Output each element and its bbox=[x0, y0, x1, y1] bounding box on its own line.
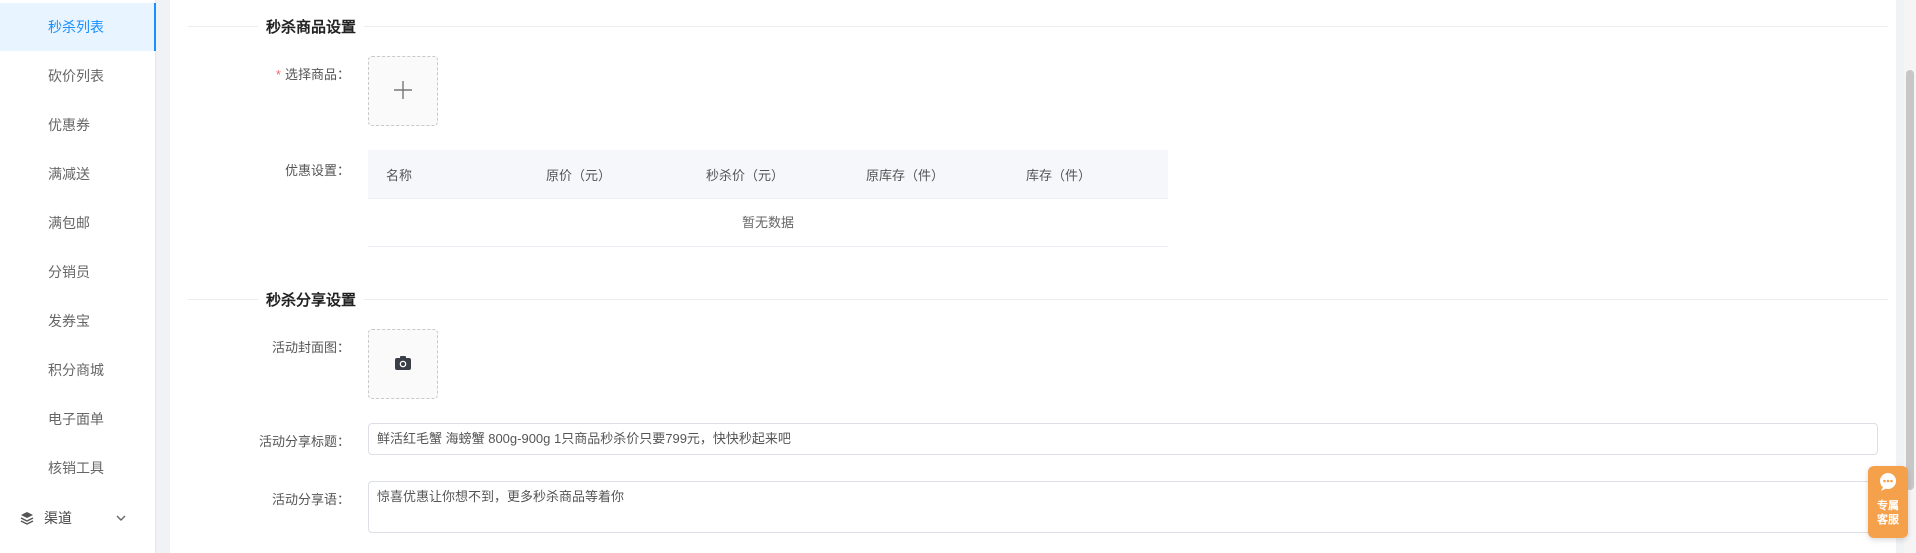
chevron-down-icon bbox=[116, 494, 126, 542]
sidebar-item-free-shipping[interactable]: 满包邮 bbox=[0, 199, 156, 247]
plus-icon bbox=[392, 79, 414, 104]
sidebar-item-coupon-treasure[interactable]: 发券宝 bbox=[0, 297, 156, 345]
column-header-original-stock: 原库存（件） bbox=[866, 167, 945, 183]
column-header-stock: 库存（件） bbox=[1026, 167, 1092, 183]
sidebar-item-label: 秒杀列表 bbox=[48, 19, 104, 35]
sidebar-item-label: 砍价列表 bbox=[48, 68, 104, 84]
sidebar-item-label: 分销员 bbox=[48, 264, 90, 280]
sidebar-item-label: 积分商城 bbox=[48, 362, 104, 378]
sidebar-item-label: 满减送 bbox=[48, 166, 90, 182]
section-title: 秒杀商品设置 bbox=[266, 18, 357, 36]
sidebar-item-coupons[interactable]: 优惠券 bbox=[0, 101, 156, 149]
sidebar: 秒杀列表 砍价列表 优惠券 满减送 满包邮 分销员 发券宝 积分商城 电子面单 … bbox=[0, 0, 156, 553]
section-header-share: 秒杀分享设置 bbox=[188, 289, 1888, 309]
sidebar-group-label: 渠道 bbox=[44, 510, 72, 526]
column-header-name: 名称 bbox=[386, 167, 413, 183]
cover-image-label: 活动封面图： bbox=[271, 340, 350, 355]
select-goods-label: * 选择商品： bbox=[275, 67, 350, 82]
sidebar-group-channels[interactable]: 渠道 bbox=[0, 494, 156, 542]
divider bbox=[364, 25, 1888, 27]
section-header-goods: 秒杀商品设置 bbox=[188, 16, 1888, 36]
sidebar-item-e-waybill[interactable]: 电子面单 bbox=[0, 395, 156, 443]
sidebar-item-label: 发券宝 bbox=[48, 313, 90, 329]
camera-icon bbox=[394, 355, 412, 374]
select-goods-button[interactable] bbox=[368, 56, 438, 126]
chat-icon bbox=[1877, 472, 1899, 495]
sidebar-item-label: 电子面单 bbox=[48, 411, 104, 427]
service-label: 专属 客服 bbox=[1877, 500, 1899, 526]
table-empty-text: 暂无数据 bbox=[368, 199, 1168, 247]
sidebar-item-full-reduction[interactable]: 满减送 bbox=[0, 150, 156, 198]
sidebar-item-seckill-list[interactable]: 秒杀列表 bbox=[0, 3, 156, 51]
divider bbox=[188, 25, 258, 27]
sidebar-item-verification-tool[interactable]: 核销工具 bbox=[0, 444, 156, 492]
share-title-label: 活动分享标题： bbox=[258, 434, 350, 449]
discount-table: 名称 原价（元） 秒杀价（元） 原库存（件） 库存（件） 暂无数据 bbox=[368, 150, 1168, 247]
sidebar-item-label: 优惠券 bbox=[48, 117, 90, 133]
sidebar-item-label: 满包邮 bbox=[48, 215, 90, 231]
share-title-input[interactable]: 鲜活红毛蟹 海螃蟹 800g-900g 1只商品秒杀价只要799元，快快秒起来吧 bbox=[368, 423, 1878, 455]
required-mark: * bbox=[275, 67, 281, 82]
column-header-seckill-price: 秒杀价（元） bbox=[706, 167, 785, 183]
divider bbox=[364, 298, 1888, 300]
layers-icon bbox=[20, 511, 34, 525]
sidebar-item-label: 核销工具 bbox=[48, 460, 104, 476]
customer-service-widget[interactable]: 专属 客服 bbox=[1868, 466, 1908, 538]
discount-settings-label: 优惠设置： bbox=[284, 163, 350, 178]
column-header-original-price: 原价（元） bbox=[546, 167, 612, 183]
section-title: 秒杀分享设置 bbox=[266, 291, 357, 309]
scrollbar-thumb[interactable] bbox=[1906, 70, 1914, 490]
sidebar-item-bargain-list[interactable]: 砍价列表 bbox=[0, 52, 156, 100]
sidebar-item-points-mall[interactable]: 积分商城 bbox=[0, 346, 156, 394]
content-panel: 秒杀商品设置 * 选择商品： 优惠设置： 名称 原价（元） 秒杀价（元） 原库存（… bbox=[170, 0, 1896, 553]
divider bbox=[188, 298, 258, 300]
sidebar-item-distributors[interactable]: 分销员 bbox=[0, 248, 156, 296]
table-header: 名称 原价（元） 秒杀价（元） 原库存（件） 库存（件） bbox=[368, 150, 1168, 199]
share-text-label: 活动分享语： bbox=[271, 492, 350, 507]
cover-upload-button[interactable] bbox=[368, 329, 438, 399]
share-text-textarea[interactable]: 惊喜优惠让你想不到，更多秒杀商品等着你 bbox=[368, 481, 1878, 533]
